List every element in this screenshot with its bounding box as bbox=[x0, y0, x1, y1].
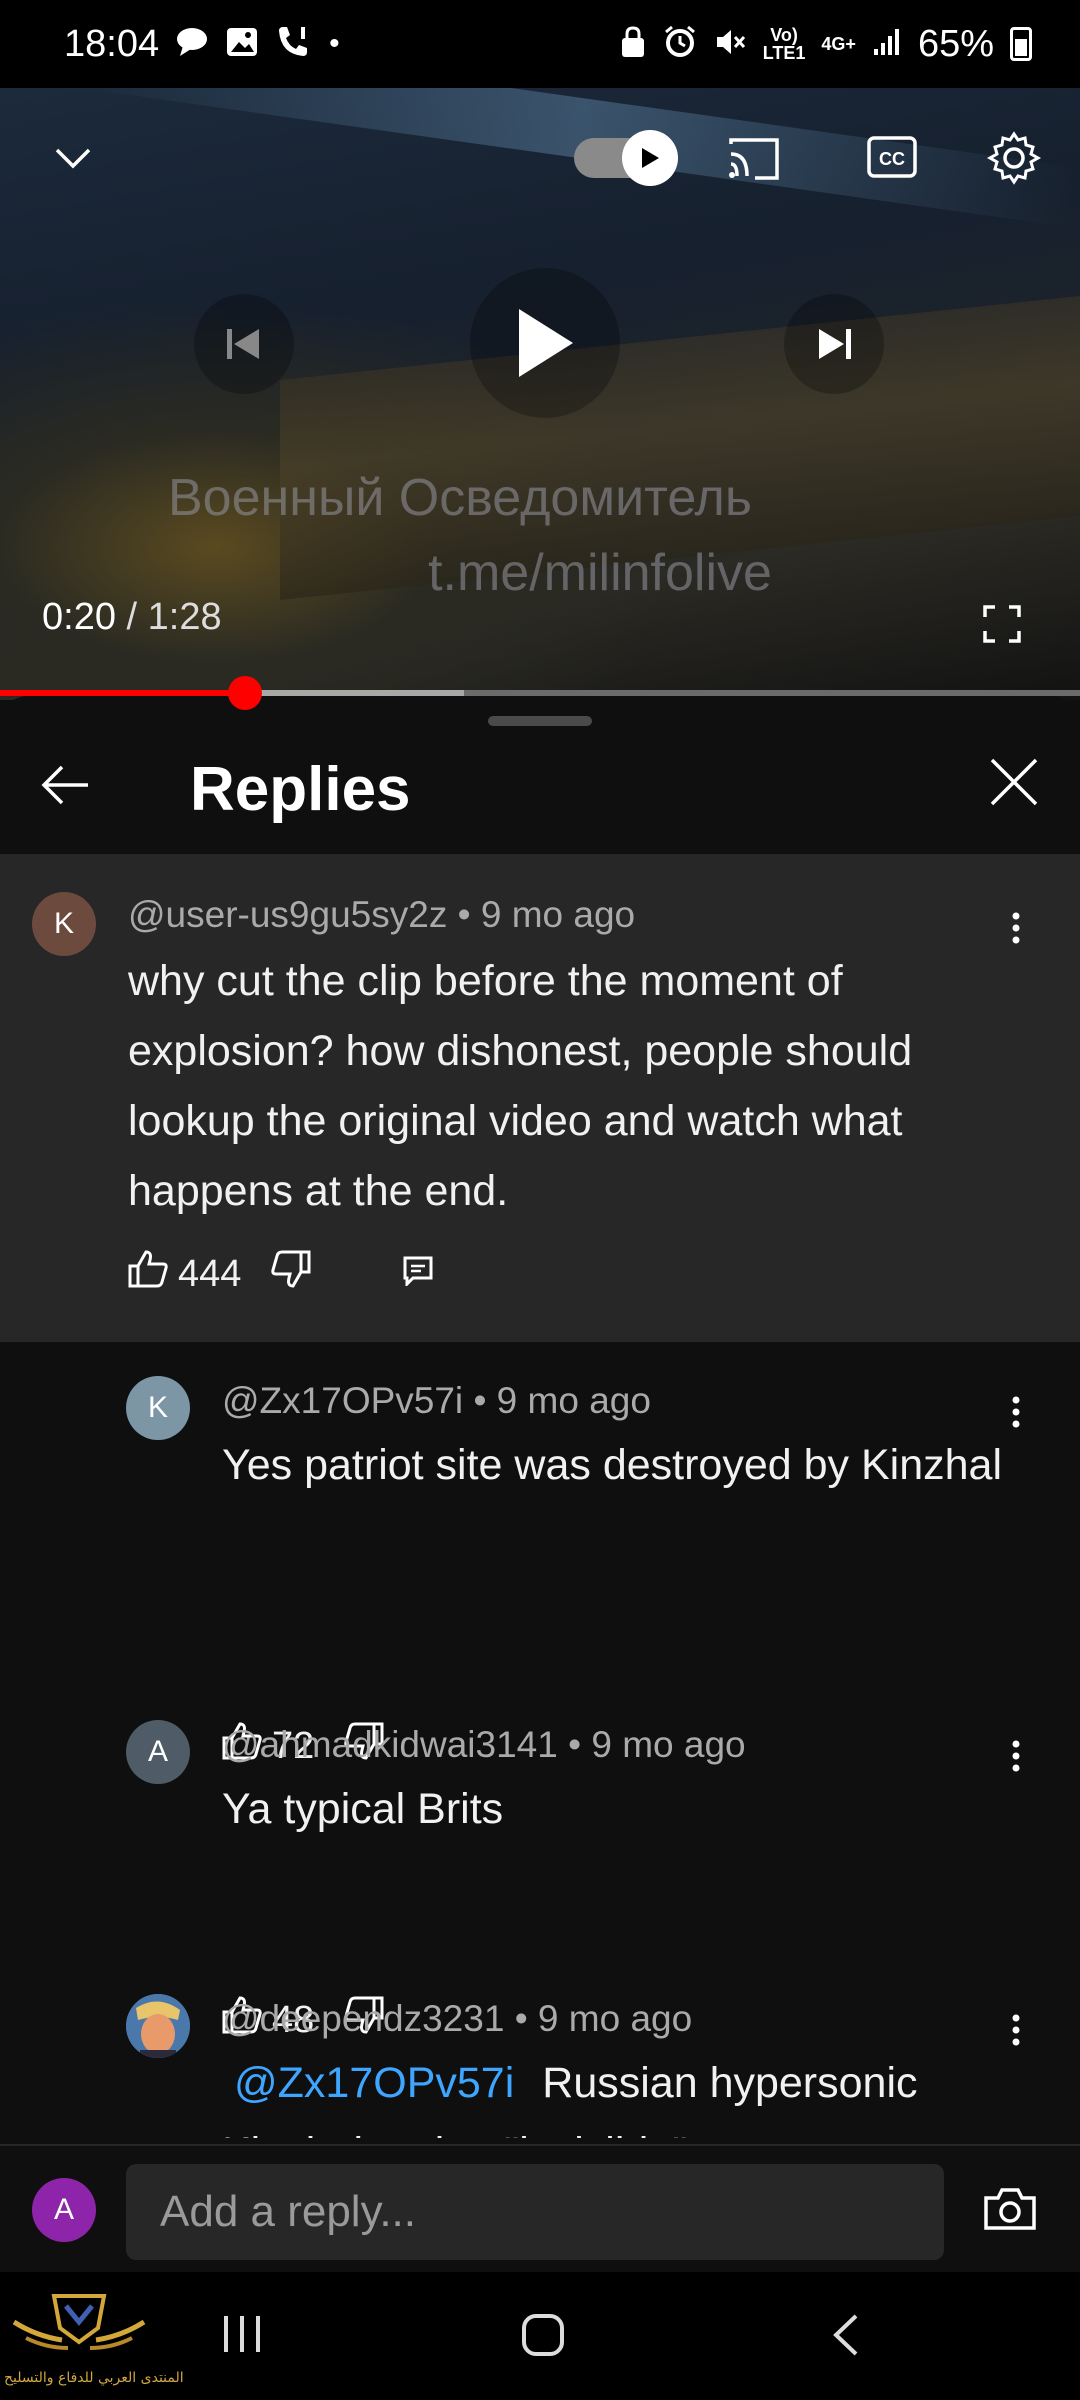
seek-bar[interactable] bbox=[0, 676, 1080, 710]
camera-icon[interactable] bbox=[982, 2186, 1038, 2234]
comment-age: • 9 mo ago bbox=[514, 1998, 693, 2039]
alarm-icon bbox=[663, 25, 697, 64]
fullscreen-icon[interactable] bbox=[980, 602, 1024, 646]
previous-video-icon[interactable] bbox=[194, 294, 294, 394]
like-icon[interactable] bbox=[128, 1250, 168, 1298]
mute-icon bbox=[713, 25, 747, 64]
lock-icon bbox=[619, 25, 647, 64]
video-player[interactable]: Военный Осведомитель t.me/milinfolive CC… bbox=[0, 88, 1080, 700]
reply-input[interactable] bbox=[126, 2164, 944, 2260]
cast-icon[interactable] bbox=[724, 130, 782, 188]
comment-age: • 9 mo ago bbox=[457, 894, 636, 935]
comment-text: Ya typical Brits bbox=[222, 1785, 504, 1833]
comment-text: why cut the clip before the moment of ex… bbox=[128, 957, 913, 1215]
comment-author[interactable]: @deependz3231 bbox=[222, 1998, 504, 2039]
settings-gear-icon[interactable] bbox=[984, 128, 1044, 188]
home-icon[interactable] bbox=[520, 2312, 568, 2360]
comment-text-main: Russian hypersonic bbox=[542, 2059, 918, 2107]
mention-link[interactable]: @Zx17OPv57i bbox=[234, 2059, 514, 2107]
panel-title: Replies bbox=[190, 755, 411, 824]
parent-comment: K @user-us9gu5sy2z • 9 mo ago why cut th… bbox=[0, 854, 1080, 1342]
captions-cc-icon[interactable]: CC bbox=[866, 134, 918, 180]
recent-apps-icon[interactable] bbox=[218, 2312, 266, 2360]
video-watermark: t.me/milinfolive bbox=[428, 544, 772, 602]
comment-meta: @Zx17OPv57i • 9 mo ago bbox=[222, 1380, 651, 1422]
avatar[interactable]: K bbox=[32, 892, 96, 956]
back-arrow-icon[interactable] bbox=[38, 758, 92, 812]
play-button[interactable] bbox=[470, 268, 620, 418]
dislike-icon[interactable] bbox=[271, 1250, 311, 1298]
profile-photo-icon bbox=[126, 1994, 190, 2058]
played-bar bbox=[0, 690, 246, 696]
data-type-indicator: 4G+ bbox=[821, 34, 856, 54]
comment-meta: @ahmadkidwai3141 • 9 mo ago bbox=[222, 1724, 746, 1766]
play-icon bbox=[622, 130, 678, 186]
notification-dot-icon: • bbox=[329, 27, 340, 60]
avatar[interactable]: K bbox=[126, 1376, 190, 1440]
duration: 1:28 bbox=[147, 596, 222, 638]
comment-text-cutoff: Kinzhal ...t i...t "invisible" ... bbox=[222, 2129, 735, 2138]
system-navigation-bar: المنتدى العربي للدفاع والتسليح bbox=[0, 2272, 1080, 2400]
play-icon bbox=[519, 309, 573, 377]
drag-handle[interactable] bbox=[488, 716, 592, 726]
minimize-chevron-icon[interactable] bbox=[50, 138, 96, 178]
avatar: A bbox=[32, 2178, 96, 2242]
battery-icon bbox=[1010, 27, 1032, 61]
comment-meta: @user-us9gu5sy2z • 9 mo ago bbox=[128, 894, 635, 936]
comment-actions: 444 bbox=[128, 1250, 433, 1298]
gallery-icon bbox=[225, 26, 259, 63]
comment-author[interactable]: @ahmadkidwai3141 bbox=[222, 1724, 558, 1765]
reply-icon[interactable] bbox=[403, 1253, 433, 1296]
comment-text: Yes patriot site was destroyed by Kinzha… bbox=[222, 1441, 1003, 1489]
autoplay-toggle[interactable] bbox=[574, 130, 678, 186]
avatar[interactable]: A bbox=[126, 1720, 190, 1784]
next-video-icon[interactable] bbox=[784, 294, 884, 394]
call-forward-icon bbox=[275, 25, 313, 64]
clock: 18:04 bbox=[64, 22, 160, 65]
back-nav-icon[interactable] bbox=[830, 2312, 878, 2360]
current-time: 0:20 bbox=[42, 596, 116, 638]
comment-age: • 9 mo ago bbox=[568, 1724, 746, 1765]
video-watermark: Военный Осведомитель bbox=[167, 469, 752, 527]
comment-author[interactable]: @user-us9gu5sy2z bbox=[128, 894, 447, 935]
comment-text: @Zx17OPv57i Russian hypersonic Kinzhal ..… bbox=[222, 2048, 1042, 2138]
time-separator: / bbox=[115, 596, 148, 638]
forum-logo-text: المنتدى العربي للدفاع والتسليح bbox=[4, 2370, 184, 2386]
comment-author[interactable]: @Zx17OPv57i bbox=[222, 1380, 463, 1421]
avatar[interactable] bbox=[126, 1994, 190, 2058]
panel-header: Replies bbox=[0, 736, 1080, 854]
reply-composer: A bbox=[0, 2144, 1080, 2272]
scrubber-handle[interactable] bbox=[228, 676, 263, 710]
signal-icon bbox=[872, 27, 902, 62]
like-count: 444 bbox=[178, 1252, 242, 1295]
playback-time: 0:20 / 1:28 bbox=[42, 596, 222, 639]
comment-age: • 9 mo ago bbox=[473, 1380, 651, 1421]
comment-meta: @deependz3231 • 9 mo ago bbox=[222, 1998, 692, 2040]
close-icon[interactable] bbox=[988, 756, 1048, 816]
svg-text:CC: CC bbox=[879, 149, 905, 169]
volte-indicator: Vo) LTE1 bbox=[762, 25, 806, 63]
chat-icon bbox=[175, 26, 209, 63]
status-bar: 18:04 • Vo) LTE1 4G+ 65% bbox=[0, 0, 1080, 88]
battery-percent: 65% bbox=[917, 22, 994, 65]
